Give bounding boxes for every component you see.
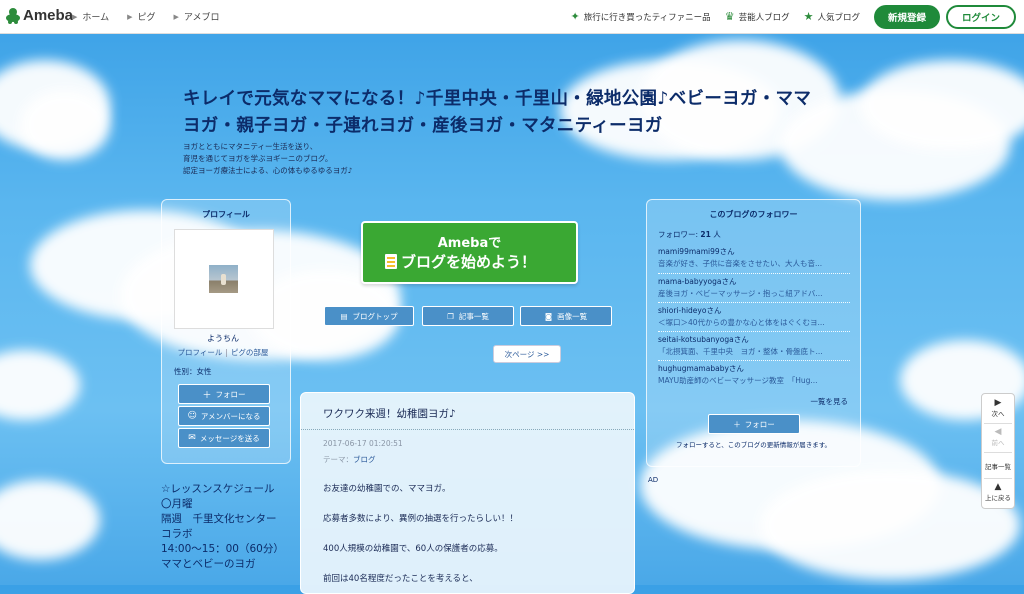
divider [658,302,850,303]
nav-home[interactable]: ▶ ホーム [72,10,109,24]
triangle-right-icon: ▶ [173,12,179,21]
amember-button[interactable]: ☺ アメンバーになる [178,406,270,426]
plus-icon: ＋ [733,419,741,429]
follower-count: フォロワー: 21 人 [658,230,721,239]
avatar[interactable] [174,229,274,329]
notebook-icon [385,254,397,269]
article-list-side-button[interactable]: 記事一覧 [982,461,1014,471]
divider [301,429,634,430]
divider [658,331,850,332]
blog-title[interactable]: キレイで元気なママになる！♪千里中央・千里山・緑地公園♪ベビーヨガ・ママ ヨガ・… [183,86,843,140]
crown-icon: ♛ [724,10,735,23]
camera-icon: ◙ [544,311,553,321]
start-blog-banner[interactable]: Amebaで ブログを始めよう！ [361,221,578,284]
theme-link[interactable]: ブログ [353,455,376,464]
triangle-right-icon: ▶ [72,12,78,21]
follower-heading: このブログのフォロワー [709,210,798,219]
follower-item[interactable]: mama-babyyogaさん 産後ヨガ・ベビーマッサージ・抱っこ紐アドバ... [658,276,850,300]
logo-text: Ameba [23,7,74,24]
blog-top-button[interactable]: ▤ ブログトップ [324,306,414,326]
floating-side-nav: ▶ 次へ ◀ 前へ 記事一覧 ▲ 上に戻る [981,393,1015,509]
plus-icon: ＋ [202,390,212,401]
copy-icon: ❐ [447,311,454,321]
nav-pigg[interactable]: ▶ ピグ [127,10,155,24]
prev-button[interactable]: ◀ 前へ [982,427,1014,447]
send-message-button[interactable]: ✉ メッセージを送る [178,428,270,448]
popular-blog-link[interactable]: ★ 人気ブログ [804,10,860,23]
image-list-button[interactable]: ◙ 画像一覧 [520,306,612,326]
article-theme: テーマ：ブログ [323,455,376,464]
arrow-right-icon: ▶ [994,398,1002,408]
divider [658,360,850,361]
ameba-logo-icon [6,7,20,24]
profile-links: プロフィール | ピグの部屋 [162,347,284,358]
lesson-schedule: ☆レッスンスケジュール 〇月曜 隔週 千里文化センター コラボ 14:00〜15… [161,483,284,570]
nav-ameblo[interactable]: ▶ アメブロ [173,10,220,24]
profile-box: プロフィール ようちん プロフィール | ピグの部屋 性別：女性 ＋フォロー ☺ アメ… [161,199,291,464]
follower-item[interactable]: shiori-hideyoさん ＜塚口＞40代からの豊かな心と体をはぐくむヨ..… [658,305,850,329]
header-nav: ▶ ホーム ▶ ピグ ▶ アメブロ [72,10,237,24]
amember-icon: ☺ [187,411,197,421]
divider [984,423,1012,424]
follow-note: フォローすると、このブログの更新情報が届きます。 [675,441,832,449]
sparkle-icon: ✦ [570,10,580,23]
back-to-top-button[interactable]: ▲ 上に戻る [982,482,1014,502]
celebrity-blog-link[interactable]: ♛ 芸能人ブログ [725,10,790,23]
article-title[interactable]: ワクワク来週！幼稚園ヨガ♪ [323,406,456,421]
profile-gender: 性別：女性 [174,367,212,376]
arrow-left-icon: ◀ [994,427,1002,437]
ad-label: AD [648,476,659,484]
follower-item[interactable]: hughugmamababyさん MAYU助産師のベビーマッサージ教室 「Hug… [658,363,850,387]
trending-link[interactable]: ✦ 旅行に行き買ったティファニー品 [570,10,710,23]
pigg-room-link[interactable]: ピグの部屋 [231,348,269,357]
follower-box: このブログのフォロワー フォロワー: 21 人 mami99mami99さん 音… [646,199,861,467]
star-icon: ★ [803,10,814,23]
avatar-photo [209,265,238,293]
next-button[interactable]: ▶ 次へ [982,398,1014,418]
see-all-followers-link[interactable]: 一覧を見る [811,396,849,407]
mail-icon: ✉ [188,433,196,443]
paragraph: 応募者多数により、異例の抽選を行ったらしい！！ [323,514,518,524]
divider [984,452,1012,453]
follow-button[interactable]: ＋フォロー [178,384,270,404]
ameba-logo[interactable]: Ameba [6,7,73,24]
paragraph: 400人規模の幼稚園で、60人の保護者の応募。 [323,544,503,554]
paragraph: 前回は40名程度だったことを考えると、 [323,574,478,584]
follow-blog-button[interactable]: ＋フォロー [708,414,800,434]
divider [658,273,850,274]
triangle-right-icon: ▶ [127,12,133,21]
register-button[interactable]: 新規登録 [873,4,940,29]
document-icon: ▤ [340,311,348,321]
next-page-button[interactable]: 次ページ >> [493,345,561,363]
profile-name[interactable]: ようちん [162,333,284,344]
article-date: 2017-06-17 01:20:51 [323,439,403,448]
follower-item[interactable]: mami99mami99さん 音楽が好き、子供に音楽をさせたい、大人も音... [658,246,850,270]
divider [984,478,1012,479]
article-card: ワクワク来週！幼稚園ヨガ♪ 2017-06-17 01:20:51 テーマ：ブロ… [300,392,635,594]
header-right: ✦ 旅行に行き買ったティファニー品 ♛ 芸能人ブログ ★ 人気ブログ 新規登録 ログイ… [570,0,1024,33]
profile-link[interactable]: プロフィール [178,348,223,357]
article-list-button[interactable]: ❐ 記事一覧 [422,306,514,326]
arrow-up-icon: ▲ [994,482,1002,492]
paragraph: お友達の幼稚園での、ママヨガ。 [323,484,451,494]
follower-item[interactable]: seitai-kotsubanyogaさん 「北摂箕面、千里中央 ヨガ・整体・骨… [658,334,850,358]
login-button[interactable]: ログイン [945,4,1016,29]
link-separator: | [225,348,228,357]
profile-heading: プロフィール [202,210,250,219]
top-header: Ameba ▶ ホーム ▶ ピグ ▶ アメブロ ✦ 旅行に行き買ったティファニー品 ♛ 芸… [0,0,1024,34]
blog-description: ヨガとともにマタニティー生活を送り、 育児を通じてヨガを学ぶヨギーニのブログ。 … [183,142,353,175]
